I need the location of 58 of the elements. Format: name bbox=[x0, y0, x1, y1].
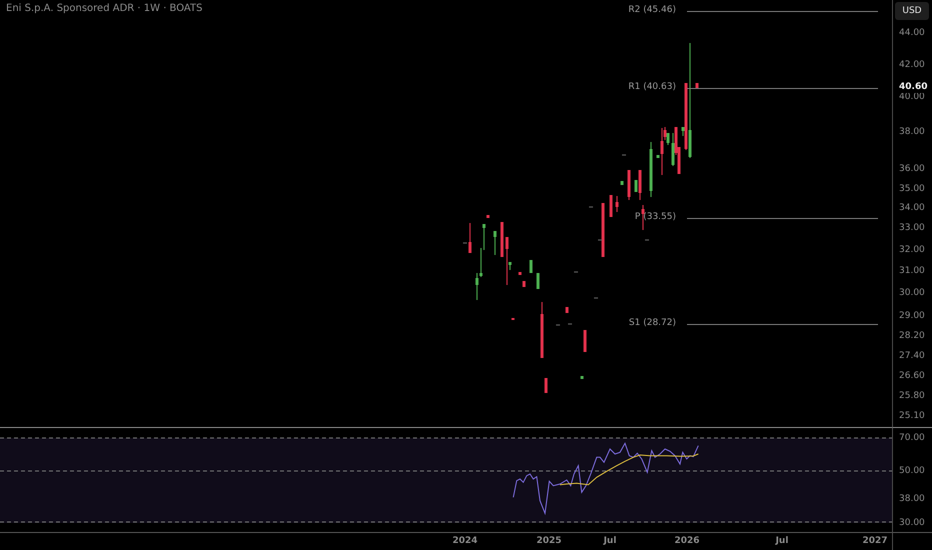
candlestick bbox=[468, 222, 472, 254]
candlestick bbox=[650, 142, 652, 198]
rsi-tick: 38.00 bbox=[899, 494, 925, 505]
time-label: 2025 bbox=[536, 536, 562, 546]
flat-candle-mark bbox=[588, 206, 594, 208]
candlestick bbox=[500, 222, 504, 258]
pivot-label: R2 (45.46) bbox=[628, 5, 676, 16]
price-tick: 42.00 bbox=[899, 60, 925, 71]
price-tick: 36.00 bbox=[899, 164, 925, 175]
candlestick bbox=[530, 260, 532, 274]
chart-title: Eni S.p.A. Sponsored ADR · 1W · BOATS bbox=[6, 3, 202, 14]
candlestick bbox=[540, 302, 544, 358]
flat-candle-mark bbox=[622, 154, 626, 156]
candlestick bbox=[522, 280, 526, 288]
price-tick: 31.00 bbox=[899, 266, 925, 277]
rsi-tick: 70.00 bbox=[899, 433, 925, 444]
price-tick: 32.00 bbox=[899, 245, 925, 256]
price-tick: 33.00 bbox=[899, 223, 925, 234]
candlestick bbox=[642, 204, 644, 230]
candlestick bbox=[616, 196, 618, 212]
last-price-label: 40.60 bbox=[899, 82, 928, 93]
price-tick: 35.00 bbox=[899, 184, 925, 195]
flat-candle-mark bbox=[556, 324, 560, 326]
time-label: 2027 bbox=[862, 536, 888, 546]
time-label: 2026 bbox=[674, 536, 700, 546]
time-label: Jul bbox=[604, 536, 616, 546]
time-label: 2024 bbox=[452, 536, 478, 546]
price-tick: 26.60 bbox=[899, 371, 925, 382]
flat-candle-mark bbox=[462, 242, 468, 244]
price-tick: 44.00 bbox=[899, 28, 925, 39]
price-tick: 34.00 bbox=[899, 203, 925, 214]
pivot-label: R1 (40.63) bbox=[628, 82, 676, 93]
candlestick bbox=[566, 306, 568, 314]
time-label: Jul bbox=[776, 536, 788, 546]
candlestick bbox=[544, 378, 548, 394]
rsi-tick: 50.00 bbox=[899, 466, 925, 477]
price-tick: 25.80 bbox=[899, 391, 925, 402]
pivot-label: P (33.55) bbox=[634, 212, 676, 223]
price-tick: 28.20 bbox=[899, 331, 925, 342]
price-tick: 30.00 bbox=[899, 288, 925, 299]
candlestick bbox=[602, 202, 604, 258]
price-tick: 25.10 bbox=[899, 411, 925, 422]
candlestick bbox=[584, 330, 586, 352]
currency-button[interactable]: USD bbox=[895, 2, 929, 20]
candlestick bbox=[628, 170, 630, 200]
candlestick bbox=[620, 180, 624, 186]
price-tick: 27.40 bbox=[899, 351, 925, 362]
candlestick bbox=[494, 230, 496, 256]
candlestick bbox=[512, 318, 514, 320]
candlestick bbox=[580, 376, 584, 380]
candlestick bbox=[486, 214, 490, 218]
rsi-tick: 30.00 bbox=[899, 518, 925, 529]
candlestick bbox=[536, 272, 540, 290]
pivot-label: S1 (28.72) bbox=[628, 318, 676, 329]
price-tick: 29.00 bbox=[899, 311, 925, 322]
candlestick bbox=[610, 194, 612, 218]
candlestick bbox=[518, 272, 522, 276]
price-tick: 38.00 bbox=[899, 127, 925, 138]
